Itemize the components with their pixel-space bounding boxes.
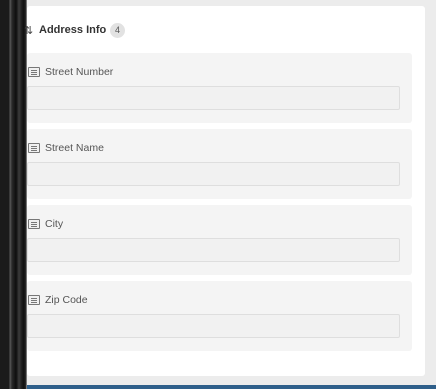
street-name-input[interactable] (27, 162, 400, 186)
address-info-card: ⇅ Address Info 4 Street Number Street Na… (24, 6, 425, 376)
field-count-badge: 4 (110, 23, 125, 38)
section-title: Address Info (39, 24, 107, 36)
section-header[interactable]: ⇅ Address Info 4 (24, 22, 425, 42)
field-label-street-name: Street Name (45, 142, 104, 154)
form-field-icon (28, 143, 40, 153)
app-window: ⇅ Address Info 4 Street Number Street Na… (0, 0, 436, 389)
form-field-icon (28, 67, 40, 77)
field-group-zip-code: Zip Code (27, 281, 412, 351)
window-frame-edge (0, 0, 27, 389)
field-label-row: Zip Code (27, 294, 412, 308)
field-label-row: Street Number (27, 66, 412, 80)
bottom-gap (27, 376, 436, 385)
field-label-city: City (45, 218, 64, 230)
bottom-accent-bar (27, 385, 436, 389)
field-label-row: City (27, 218, 412, 232)
field-group-street-name: Street Name (27, 129, 412, 199)
sort-arrows-icon: ⇅ (24, 25, 34, 37)
street-number-input[interactable] (27, 86, 400, 110)
city-input[interactable] (27, 238, 400, 262)
zip-code-input[interactable] (27, 314, 400, 338)
form-field-icon (28, 295, 40, 305)
field-group-street-number: Street Number (27, 53, 412, 123)
field-group-city: City (27, 205, 412, 275)
field-label-street-number: Street Number (45, 66, 114, 78)
field-label-zip-code: Zip Code (45, 294, 88, 306)
field-label-row: Street Name (27, 142, 412, 156)
form-field-icon (28, 219, 40, 229)
